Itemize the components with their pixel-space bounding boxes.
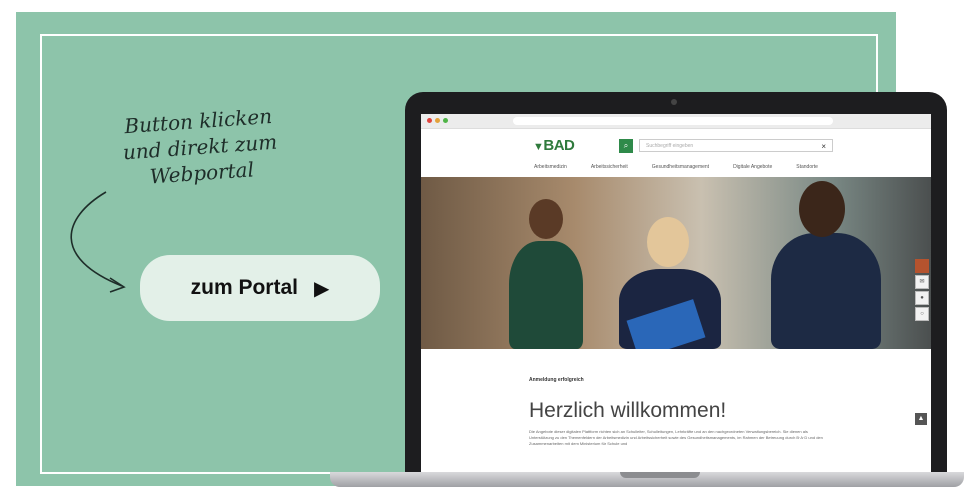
nav-item[interactable]: Arbeitssicherheit: [591, 164, 628, 170]
person-figure: [529, 199, 563, 239]
nav-item[interactable]: Standorte: [796, 164, 818, 170]
curved-arrow-icon: [70, 191, 126, 293]
search-input[interactable]: Suchbegriff eingeben ×: [639, 139, 833, 152]
camera-dot: [671, 99, 677, 105]
person-figure: [771, 233, 881, 349]
hero-image: ✉ ● ○: [421, 177, 931, 349]
laptop-notch: [620, 472, 700, 478]
person-figure: [509, 241, 583, 349]
minimize-dot-icon[interactable]: [435, 118, 440, 123]
page-title: Herzlich willkommen!: [529, 399, 727, 422]
nav-item[interactable]: Arbeitsmedizin: [534, 164, 567, 170]
logo-mark-icon: ▼: [533, 141, 544, 153]
address-bar[interactable]: [513, 117, 833, 125]
nav-item[interactable]: Digitale Angebote: [733, 164, 772, 170]
page-content: Anmeldung erfolgreich Herzlich willkomme…: [421, 349, 931, 472]
handwritten-note: Button klicken und direkt zum Webportal: [98, 101, 303, 193]
site-header: ▼BAD ⌕ Suchbegriff eingeben ×: [421, 129, 931, 161]
nav-item[interactable]: Gesundheitsmanagement: [652, 164, 709, 170]
person-figure: [647, 217, 689, 267]
play-icon: ▶: [313, 277, 330, 300]
portal-button-label: zum Portal: [190, 276, 298, 299]
site-nav: Arbeitsmedizin Arbeitssicherheit Gesundh…: [421, 161, 931, 173]
intro-paragraph: Die Angebote dieser digitalen Plattform …: [529, 429, 823, 446]
info-icon[interactable]: ○: [915, 307, 929, 321]
contact-icon[interactable]: [915, 259, 929, 273]
maximize-dot-icon[interactable]: [443, 118, 448, 123]
bad-logo[interactable]: ▼BAD: [533, 137, 575, 154]
person-figure: [799, 181, 845, 237]
laptop: ▼BAD ⌕ Suchbegriff eingeben × Arbeitsmed…: [405, 92, 947, 480]
laptop-screen: ▼BAD ⌕ Suchbegriff eingeben × Arbeitsmed…: [421, 114, 931, 472]
mail-icon[interactable]: ✉: [915, 275, 929, 289]
search-icon[interactable]: ⌕: [619, 139, 633, 153]
browser-chrome: [421, 114, 931, 129]
close-dot-icon[interactable]: [427, 118, 432, 123]
side-toolbar: ✉ ● ○: [915, 259, 929, 323]
login-message: Anmeldung erfolgreich: [529, 377, 584, 383]
scroll-up-icon[interactable]: ▲: [915, 413, 927, 425]
location-icon[interactable]: ●: [915, 291, 929, 305]
close-icon[interactable]: ×: [821, 140, 826, 153]
portal-button[interactable]: zum Portal ▶: [140, 255, 380, 321]
